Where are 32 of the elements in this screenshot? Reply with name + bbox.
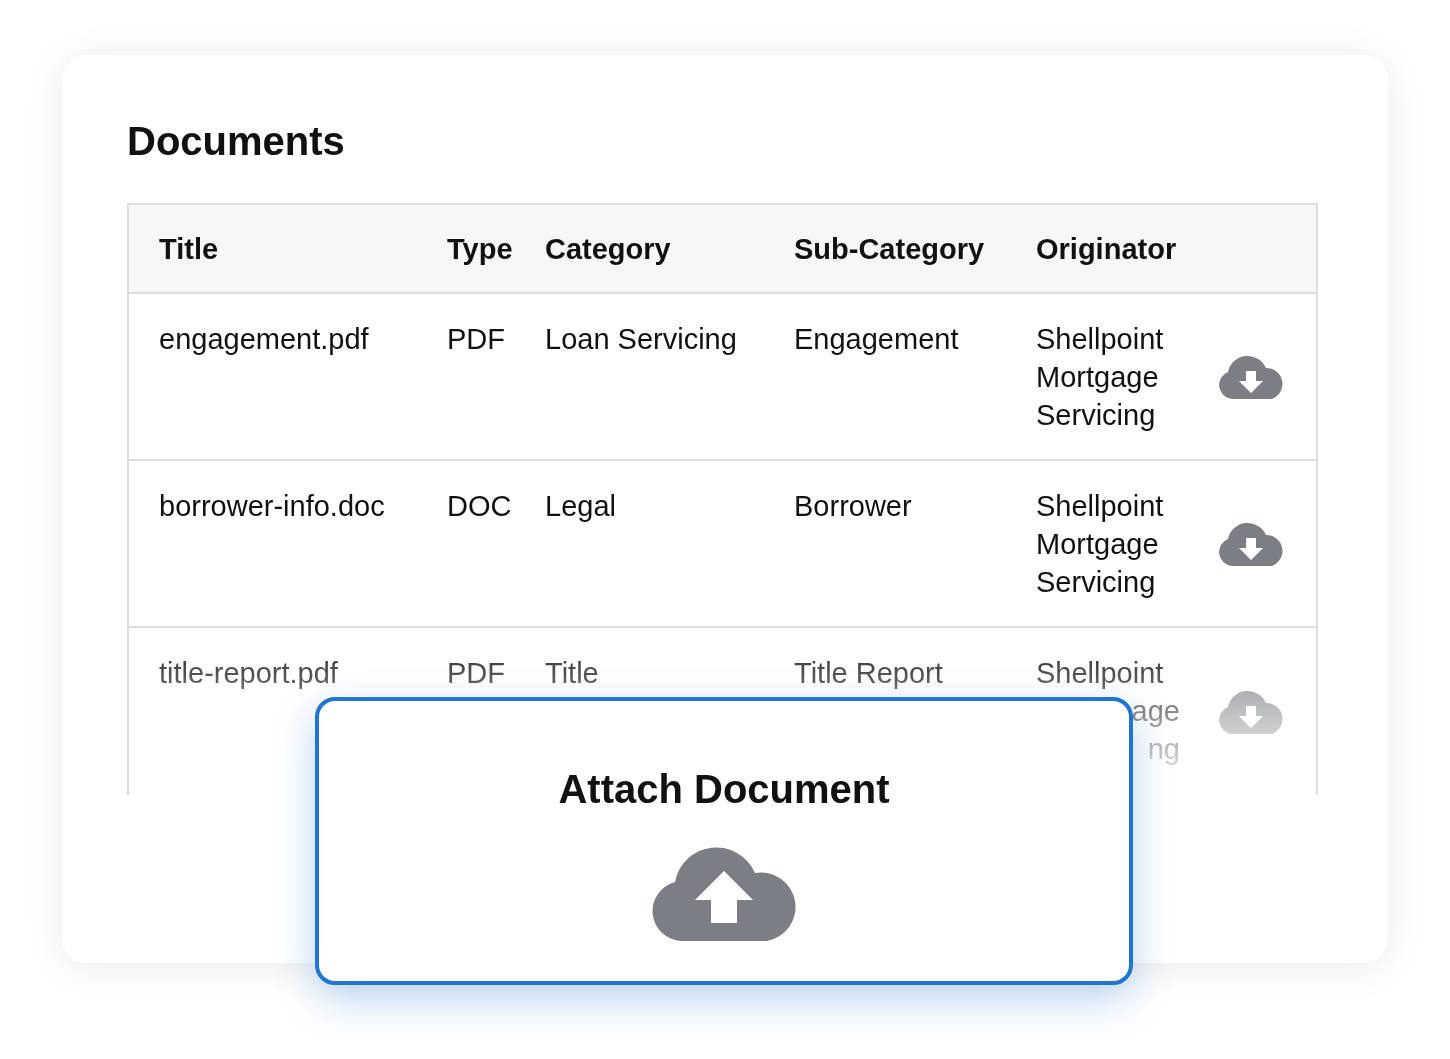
column-header: Category	[545, 231, 672, 267]
column-header: Sub-Category	[794, 231, 986, 267]
table-cell-line: Shellpoint	[1036, 322, 1164, 357]
column-header: Originator	[1036, 231, 1178, 267]
cloud-download-icon[interactable]	[1218, 521, 1284, 566]
table-cell-text: engagement.pdf	[158, 322, 370, 357]
table-cell-text: Loan Servicing	[545, 322, 738, 357]
column-header: Title	[158, 231, 220, 267]
table-cell-text: borrower-info.doc	[158, 489, 386, 524]
table-cell-text: PDF	[447, 656, 506, 691]
table-cell-line: Mortgage	[1036, 527, 1159, 562]
table-cell-text: Borrower	[794, 489, 913, 524]
dialog-title: Attach Document	[558, 766, 890, 813]
column-header: Type	[447, 231, 514, 267]
table-cell-text: Legal	[545, 489, 617, 524]
cloud-download-icon[interactable]	[1218, 354, 1284, 399]
table-cell-line: Mortgage	[1036, 360, 1159, 395]
table-cell-line: Servicing	[1036, 398, 1156, 433]
table-cell-text: Engagement	[794, 322, 960, 357]
table-cell-line: ng	[1146, 732, 1180, 767]
table-cell-line: Servicing	[1036, 565, 1156, 600]
table-cell-line: age	[1130, 694, 1180, 729]
table-cell-text: PDF	[447, 322, 506, 357]
table-cell-text: Title	[545, 656, 600, 691]
cloud-download-icon[interactable]	[1218, 689, 1284, 734]
table-cell-line: Shellpoint	[1036, 656, 1164, 691]
section-title: Documents	[127, 118, 345, 165]
table-cell-text: DOC	[447, 489, 513, 524]
table-cell-line: Shellpoint	[1036, 489, 1164, 524]
table-cell-text: title-report.pdf	[158, 656, 339, 691]
table-cell-text: Title Report	[794, 656, 944, 691]
attach-dialog[interactable]: Attach Document	[315, 697, 1133, 985]
